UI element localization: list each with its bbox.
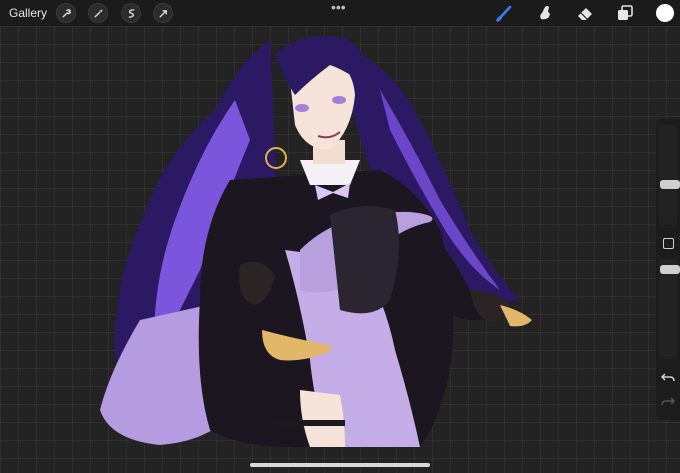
hand-right <box>500 305 532 327</box>
modify-button[interactable] <box>663 238 674 249</box>
redo-icon <box>661 397 676 406</box>
selection-icon <box>128 8 134 18</box>
eye-left <box>295 104 309 112</box>
thigh-strap <box>275 420 345 426</box>
brush-size-slider[interactable] <box>659 125 680 225</box>
eraser-tool-button[interactable] <box>575 3 595 23</box>
eye-right <box>332 96 346 104</box>
smudge-icon <box>540 6 550 20</box>
character-illustration <box>100 36 532 447</box>
eraser-icon <box>578 8 592 20</box>
magic-wand-icon <box>93 8 103 18</box>
side-toolbar <box>656 119 680 420</box>
smudge-tool-button[interactable] <box>535 3 555 23</box>
layers-button[interactable] <box>615 3 635 23</box>
brush-size-thumb[interactable] <box>660 180 680 189</box>
gallery-button[interactable]: Gallery <box>9 6 47 20</box>
transform-arrow-icon <box>158 9 167 18</box>
opacity-thumb[interactable] <box>660 265 680 274</box>
undo-button[interactable] <box>660 371 676 385</box>
wrench-icon <box>61 8 71 18</box>
opacity-slider[interactable] <box>659 259 680 359</box>
adjustments-button[interactable] <box>88 3 108 23</box>
home-indicator[interactable] <box>250 463 430 467</box>
top-toolbar: Gallery ••• <box>0 0 680 26</box>
brush-tool-button[interactable] <box>495 3 515 23</box>
actions-button[interactable] <box>56 3 76 23</box>
layers-icon <box>618 5 633 20</box>
selection-button[interactable] <box>121 3 141 23</box>
torso <box>330 206 399 314</box>
more-menu-button[interactable]: ••• <box>331 0 346 14</box>
transform-button[interactable] <box>153 3 173 23</box>
brush-icon <box>496 5 512 22</box>
undo-icon <box>660 373 675 382</box>
color-picker-button[interactable] <box>656 4 674 22</box>
redo-button[interactable] <box>660 395 676 409</box>
